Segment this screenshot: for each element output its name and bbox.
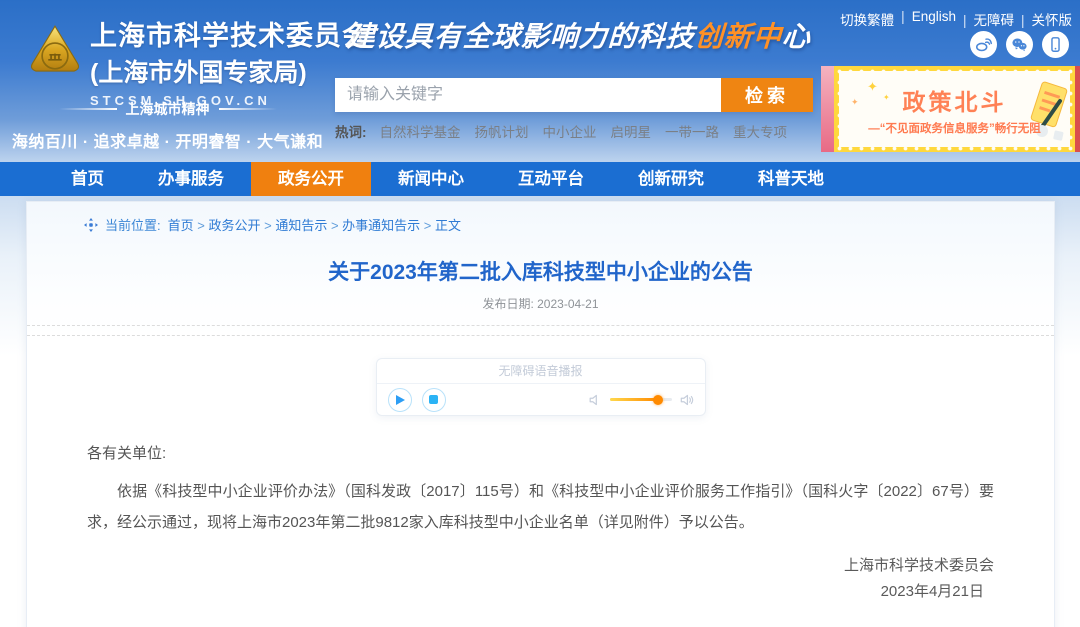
salutation: 各有关单位:: [87, 442, 994, 463]
slogan-accent: 创新中: [694, 21, 783, 52]
star-icon: ✦: [883, 93, 890, 102]
breadcrumb: 当前位置: 首页政务公开通知告示办事通知告示正文: [27, 202, 1054, 234]
article-body: 各有关单位: 依据《科技型中小企业评价办法》（国科发政〔2017〕115号）和《…: [27, 442, 1054, 627]
utility-link[interactable]: English: [894, 9, 956, 29]
utility-link[interactable]: 无障碍: [956, 9, 1014, 29]
weibo-icon[interactable]: [970, 31, 997, 58]
nav-item[interactable]: 新闻中心: [371, 162, 491, 196]
banner-left-strip: [821, 66, 834, 152]
location-crosshair-icon: [84, 218, 98, 232]
player-title: 无障碍语音播报: [377, 359, 705, 384]
nav-item[interactable]: 办事服务: [131, 162, 251, 196]
page-title: 关于2023年第二批入库科技型中小企业的公告: [27, 256, 1054, 286]
breadcrumb-item[interactable]: 办事通知告示: [327, 215, 420, 234]
star-icon: ✦: [851, 97, 859, 108]
signature-org: 上海市科学技术委员会: [87, 553, 994, 579]
nav-item[interactable]: 政务公开: [251, 162, 371, 196]
volume-fill: [610, 398, 658, 401]
star-icon: ✦: [867, 79, 878, 95]
volume-knob[interactable]: [653, 395, 663, 405]
signature-date: 2023年4月21日: [87, 579, 994, 605]
dashed-divider: [27, 335, 1054, 336]
nav-item[interactable]: 科普天地: [731, 162, 851, 196]
breadcrumb-item[interactable]: 正文: [420, 215, 461, 234]
nav-item[interactable]: 创新研究: [611, 162, 731, 196]
volume-low-icon: [588, 393, 602, 407]
breadcrumb-item[interactable]: 政务公开: [194, 215, 261, 234]
city-spirit-motto: 海纳百川 · 追求卓越 · 开明睿智 · 大气谦和: [0, 128, 335, 152]
hot-words-row: 热词: 自然科学基金扬帆计划中小企业启明星一带一路重大专项: [335, 121, 813, 141]
calligraphy-slogan: 建设具有全球影响力的科技创新中心: [346, 15, 812, 55]
gold-emblem-icon: [27, 21, 83, 83]
search-input[interactable]: [335, 78, 721, 112]
content-area: 当前位置: 首页政务公开通知告示办事通知告示正文 关于2023年第二批入库科技型…: [0, 196, 1080, 627]
hot-word-list: 自然科学基金扬帆计划中小企业启明星一带一路重大专项: [380, 121, 788, 141]
banner-right-strip: [1075, 66, 1080, 152]
policy-banner[interactable]: ✦ ✦ ✦ 政策北斗 —“不见面政务信息服务”畅行无阻: [821, 66, 1080, 152]
divider-line: [59, 108, 117, 110]
nav-item[interactable]: 互动平台: [491, 162, 611, 196]
org-name-line1: 上海市科学技术委员会: [90, 14, 370, 53]
org-identity: 上海市科学技术委员会 (上海市外国专家局) STCSM.SH.GOV.CN: [90, 14, 370, 108]
search-row: 检索: [335, 78, 813, 112]
nav-item[interactable]: 首页: [44, 162, 131, 196]
dashed-divider: [27, 325, 1054, 326]
hot-word-link[interactable]: 扬帆计划: [475, 121, 529, 141]
site-logo[interactable]: [27, 21, 83, 83]
utility-links: 切换繁體English无障碍关怀版: [840, 9, 1072, 29]
hot-word-link[interactable]: 启明星: [611, 121, 652, 141]
writing-hand-icon: [1020, 75, 1068, 147]
hot-word-link[interactable]: 中小企业: [543, 121, 597, 141]
play-button[interactable]: [388, 388, 412, 412]
banner-subtitle: —“不见面政务信息服务”畅行无阻: [868, 120, 1041, 136]
breadcrumb-item[interactable]: 首页: [168, 215, 194, 234]
breadcrumb-label: 当前位置:: [105, 215, 161, 234]
utility-link[interactable]: 关怀版: [1014, 9, 1072, 29]
hot-word-link[interactable]: 自然科学基金: [380, 121, 461, 141]
volume-high-icon: [680, 393, 694, 407]
city-spirit-block: 上海城市精神 海纳百川 · 追求卓越 · 开明睿智 · 大气谦和: [0, 99, 335, 152]
stop-icon: [429, 395, 438, 404]
city-spirit-label: 上海城市精神: [126, 99, 210, 119]
hot-word-link[interactable]: 重大专项: [733, 121, 787, 141]
utility-link-list: 切换繁體English无障碍关怀版: [840, 9, 1072, 29]
divider-line: [219, 108, 277, 110]
play-icon: [396, 395, 405, 405]
slogan-part1: 建设具有全球影响力的科技: [346, 21, 696, 52]
volume-control: [588, 393, 694, 407]
social-icons: [970, 31, 1069, 58]
slogan-part2: 心: [781, 21, 812, 52]
wechat-icon[interactable]: [1006, 31, 1033, 58]
banner-title: 政策北斗: [903, 83, 1007, 117]
stop-button[interactable]: [422, 388, 446, 412]
main-nav-list: 首页办事服务政务公开新闻中心互动平台创新研究科普天地: [0, 162, 1080, 196]
publish-date: 发布日期: 2023-04-21: [27, 295, 1054, 312]
accessibility-audio-player: 无障碍语音播报: [376, 358, 706, 416]
article-card: 当前位置: 首页政务公开通知告示办事通知告示正文 关于2023年第二批入库科技型…: [26, 201, 1055, 627]
mobile-icon[interactable]: [1042, 31, 1069, 58]
site-header: 上海市科学技术委员会 (上海市外国专家局) STCSM.SH.GOV.CN 上海…: [0, 0, 1080, 162]
city-spirit-label-row: 上海城市精神: [0, 99, 335, 119]
announcement-paragraph: 依据《科技型中小企业评价办法》（国科发政〔2017〕115号）和《科技型中小企业…: [87, 476, 994, 538]
breadcrumb-item[interactable]: 通知告示: [260, 215, 327, 234]
search-button[interactable]: 检索: [721, 78, 813, 112]
breadcrumb-list: 首页政务公开通知告示办事通知告示正文: [168, 215, 461, 234]
volume-slider[interactable]: [610, 398, 672, 401]
hot-word-link[interactable]: 一带一路: [665, 121, 719, 141]
hot-words-label: 热词:: [335, 121, 367, 141]
banner-content: ✦ ✦ ✦ 政策北斗 —“不见面政务信息服务”畅行无阻: [839, 71, 1070, 147]
main-navigation: 首页办事服务政务公开新闻中心互动平台创新研究科普天地: [0, 162, 1080, 196]
search-area: 检索 热词: 自然科学基金扬帆计划中小企业启明星一带一路重大专项: [335, 78, 813, 141]
player-controls: [377, 384, 705, 415]
page: 上海市科学技术委员会 (上海市外国专家局) STCSM.SH.GOV.CN 上海…: [0, 0, 1080, 627]
utility-link[interactable]: 切换繁體: [840, 9, 894, 29]
banner-frame: ✦ ✦ ✦ 政策北斗 —“不见面政务信息服务”畅行无阻: [834, 66, 1075, 152]
org-name-line2: (上海市外国专家局): [90, 53, 370, 89]
